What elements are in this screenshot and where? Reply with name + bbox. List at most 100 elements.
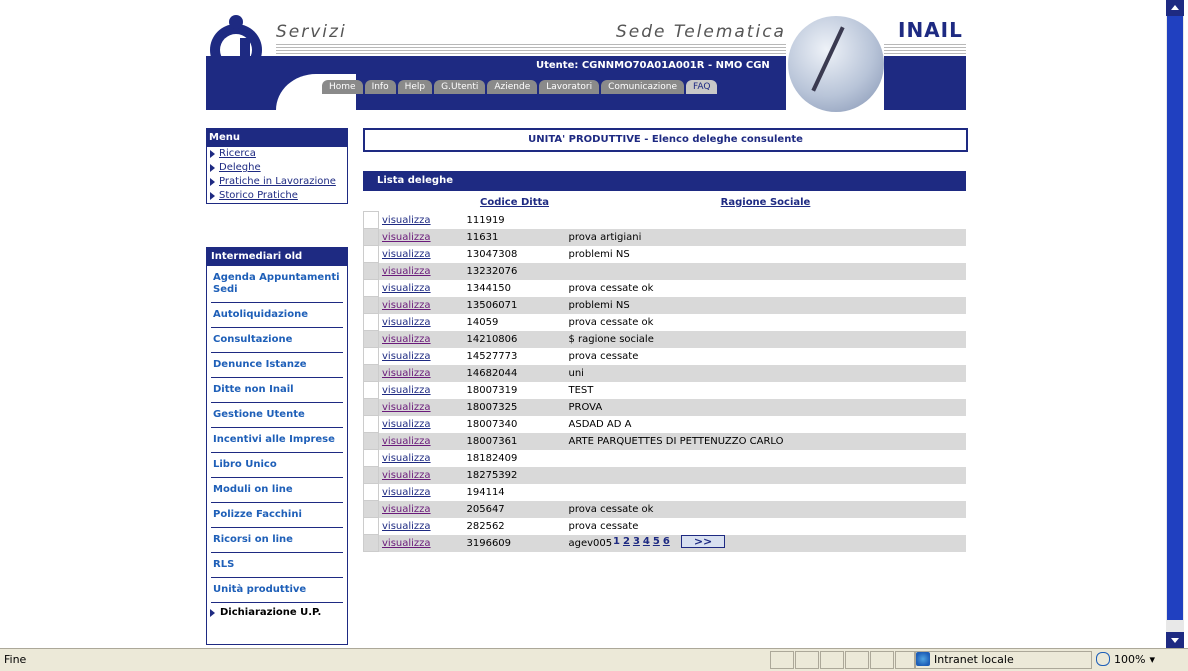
row-selector[interactable] — [363, 296, 379, 314]
zoom-control[interactable]: 100% ▾ — [1096, 652, 1155, 666]
nav-lavoratori[interactable]: Lavoratori — [539, 80, 600, 94]
row-selector[interactable] — [363, 449, 379, 467]
row-selector[interactable] — [363, 330, 379, 348]
intermediari-item[interactable]: Consultazione — [211, 328, 343, 353]
intermediari-item[interactable]: Denunce Istanze — [211, 353, 343, 378]
dichiarazione-up-link[interactable]: Dichiarazione U.P. — [207, 603, 347, 622]
page-link[interactable]: 5 — [653, 536, 660, 547]
visualizza-link[interactable]: visualizza — [382, 300, 431, 311]
visualizza-link[interactable]: visualizza — [382, 266, 431, 277]
intermediari-item[interactable]: Unità produttive — [211, 578, 343, 603]
menu-link[interactable]: Ricerca — [219, 148, 256, 160]
ragione-sociale-cell: prova cessate — [565, 347, 966, 365]
visualizza-link[interactable]: visualizza — [382, 487, 431, 498]
menu-link[interactable]: Deleghe — [219, 162, 261, 174]
visualizza-link[interactable]: visualizza — [382, 436, 431, 447]
menu-item-pratiche[interactable]: Pratiche in Lavorazione — [207, 175, 347, 189]
visualizza-link[interactable]: visualizza — [382, 521, 431, 532]
codice-ditta-cell: 18007325 — [463, 398, 566, 416]
codice-ditta-cell: 194114 — [463, 483, 566, 501]
visualizza-link[interactable]: visualizza — [382, 385, 431, 396]
visualizza-link[interactable]: visualizza — [382, 249, 431, 260]
row-selector[interactable] — [363, 245, 379, 263]
row-selector[interactable] — [363, 466, 379, 484]
intermediari-item[interactable]: Libro Unico — [211, 453, 343, 478]
menu-item-deleghe[interactable]: Deleghe — [207, 161, 347, 175]
row-selector[interactable] — [363, 364, 379, 382]
row-selector[interactable] — [363, 432, 379, 450]
visualizza-link[interactable]: visualizza — [382, 351, 431, 362]
table-row: visualizza 194114 — [363, 483, 966, 501]
row-selector[interactable] — [363, 262, 379, 280]
scroll-up-button[interactable] — [1166, 0, 1184, 16]
menu-panel: Menu Ricerca Deleghe Pratiche in Lavoraz… — [206, 128, 348, 204]
row-selector[interactable] — [363, 415, 379, 433]
chevron-down-icon[interactable]: ▾ — [1149, 653, 1155, 666]
menu-link[interactable]: Pratiche in Lavorazione — [219, 176, 336, 188]
nav-info[interactable]: Info — [364, 80, 396, 94]
codice-ditta-cell: 18007361 — [463, 432, 566, 450]
scroll-thumb[interactable] — [1167, 16, 1183, 620]
visualizza-link[interactable]: visualizza — [382, 368, 431, 379]
intermediari-item[interactable]: Agenda Appuntamenti Sedi — [211, 266, 343, 303]
menu-link[interactable]: Storico Pratiche — [219, 190, 298, 202]
visualizza-link[interactable]: visualizza — [382, 470, 431, 481]
nav-gutenti[interactable]: G.Utenti — [434, 80, 486, 94]
row-selector[interactable] — [363, 228, 379, 246]
row-selector[interactable] — [363, 398, 379, 416]
intermediari-item[interactable]: Moduli on line — [211, 478, 343, 503]
visualizza-link[interactable]: visualizza — [382, 334, 431, 345]
page-link[interactable]: 3 — [633, 536, 640, 547]
vertical-scrollbar[interactable] — [1166, 0, 1184, 648]
visualizza-link[interactable]: visualizza — [382, 419, 431, 430]
intermediari-item[interactable]: Incentivi alle Imprese — [211, 428, 343, 453]
visualizza-link[interactable]: visualizza — [382, 232, 431, 243]
intermediari-item[interactable]: Polizze Facchini — [211, 503, 343, 528]
ragione-sociale-cell: TEST — [565, 381, 966, 399]
visualizza-link[interactable]: visualizza — [382, 538, 431, 549]
col-codice-ditta[interactable]: Codice Ditta — [464, 193, 566, 212]
menu-item-ricerca[interactable]: Ricerca — [207, 147, 347, 161]
visualizza-link[interactable]: visualizza — [382, 283, 431, 294]
row-selector[interactable] — [363, 313, 379, 331]
intermediari-item[interactable]: RLS — [211, 553, 343, 578]
page-link[interactable]: 2 — [623, 536, 630, 547]
intermediari-item[interactable]: Gestione Utente — [211, 403, 343, 428]
intermediari-item[interactable]: Autoliquidazione — [211, 303, 343, 328]
nav-help[interactable]: Help — [397, 80, 433, 94]
table-row: visualizza 11631 prova artigiani — [363, 228, 966, 246]
codice-ditta-cell: 14059 — [463, 313, 566, 331]
nav-comunicazione[interactable]: Comunicazione — [601, 80, 684, 94]
visualizza-link[interactable]: visualizza — [382, 453, 431, 464]
row-selector[interactable] — [363, 347, 379, 365]
row-selector[interactable] — [363, 483, 379, 501]
nav-home[interactable]: Home — [322, 80, 363, 94]
col-ragione-sociale[interactable]: Ragione Sociale — [566, 193, 966, 212]
page-link[interactable]: 4 — [643, 536, 650, 547]
table-row: visualizza 18275392 — [363, 466, 966, 484]
table-row: visualizza 282562 prova cessate — [363, 517, 966, 535]
row-selector[interactable] — [363, 211, 379, 229]
page-link[interactable]: 6 — [663, 536, 670, 547]
menu-item-storico[interactable]: Storico Pratiche — [207, 189, 347, 203]
visualizza-link[interactable]: visualizza — [382, 504, 431, 515]
intermediari-item[interactable]: Ditte non Inail — [211, 378, 343, 403]
next-page-button[interactable]: >> — [680, 535, 726, 548]
deleghe-table: Codice Ditta Ragione Sociale visualizza 1… — [363, 193, 966, 552]
visualizza-link[interactable]: visualizza — [382, 402, 431, 413]
table-row: visualizza 13506071 problemi NS — [363, 296, 966, 314]
row-selector[interactable] — [363, 517, 379, 535]
row-selector[interactable] — [363, 381, 379, 399]
table-row: visualizza 18007325 PROVA — [363, 398, 966, 416]
table-row: visualizza 13047308 problemi NS — [363, 245, 966, 263]
nav-faq[interactable]: FAQ — [686, 80, 718, 94]
row-selector[interactable] — [363, 534, 379, 552]
nav-aziende[interactable]: Aziende — [487, 80, 538, 94]
scroll-down-button[interactable] — [1166, 632, 1184, 648]
row-selector[interactable] — [363, 500, 379, 518]
intermediari-item[interactable]: Ricorsi on line — [211, 528, 343, 553]
row-selector[interactable] — [363, 279, 379, 297]
security-zone: Intranet locale — [916, 652, 1014, 666]
visualizza-link[interactable]: visualizza — [382, 215, 431, 226]
visualizza-link[interactable]: visualizza — [382, 317, 431, 328]
